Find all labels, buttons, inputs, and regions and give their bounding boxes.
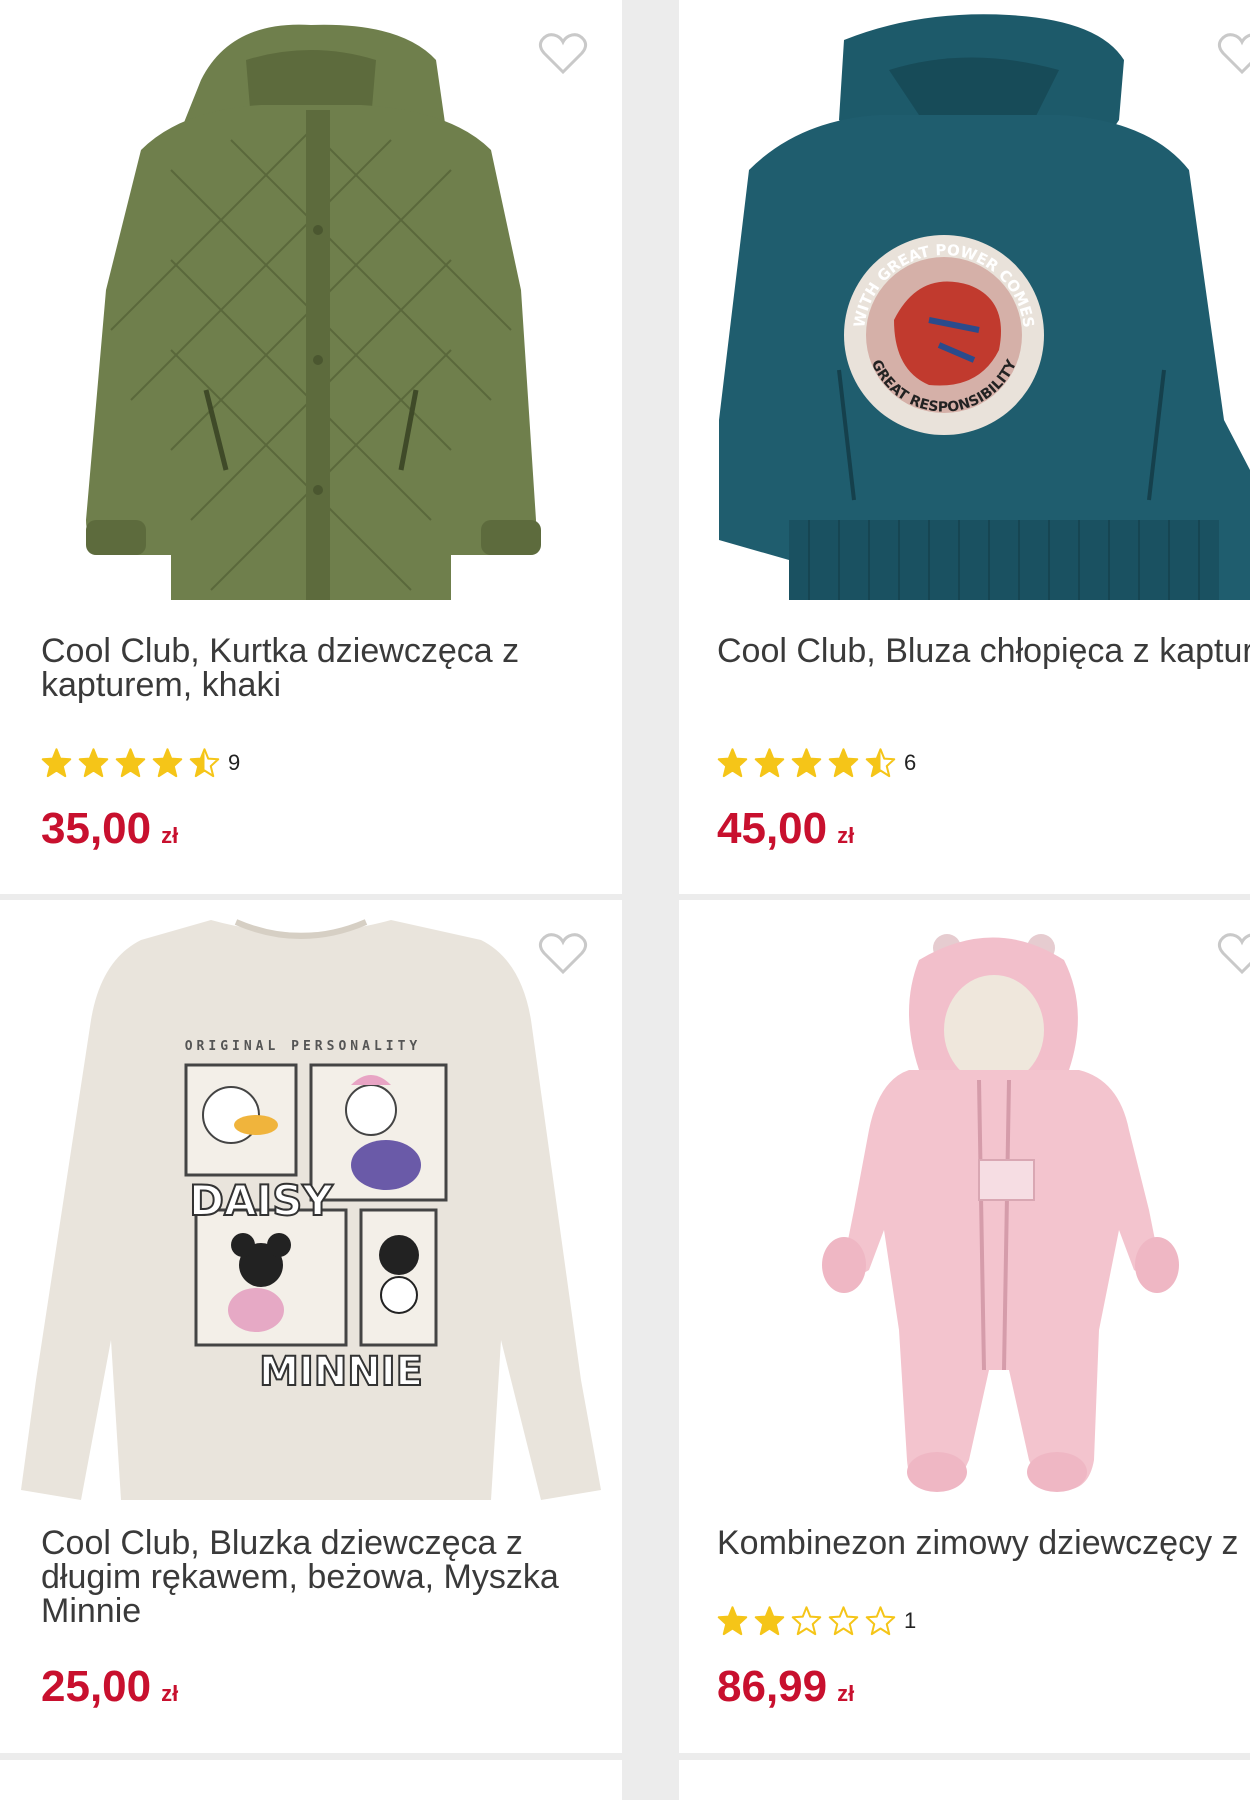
product-title[interactable]: Kombinezon zimowy dziewczęcy z kapturem,…: [717, 1526, 1250, 1560]
star-icon: [754, 748, 785, 778]
product-rating: 6: [717, 748, 916, 778]
product-price: 35,00 zł: [41, 804, 178, 854]
rating-count: 9: [228, 750, 241, 775]
product-card[interactable]: ORIGINAL PERSONALITY DAISY MINNIE Cool C…: [0, 900, 622, 1753]
price-value: 35,00: [41, 804, 152, 853]
heart-icon[interactable]: [1217, 932, 1250, 976]
price-currency: zł: [161, 823, 179, 848]
heart-icon[interactable]: [1217, 32, 1250, 76]
price-value: 45,00: [717, 804, 828, 853]
star-icon: [115, 748, 146, 778]
print-word-daisy: DAISY: [189, 1176, 333, 1225]
star-icon: [865, 1606, 896, 1636]
heart-icon[interactable]: [538, 932, 588, 976]
price-currency: zł: [837, 823, 855, 848]
product-title[interactable]: Cool Club, Bluza chłopięca z kapturem, g…: [717, 634, 1250, 668]
price-currency: zł: [161, 1681, 179, 1706]
product-card[interactable]: WITH GREAT POWER COMES GREAT RESPONSIBIL…: [679, 0, 1250, 894]
product-card[interactable]: [0, 1760, 622, 1800]
product-image[interactable]: [0, 0, 622, 610]
rating-stars: [717, 1606, 896, 1636]
star-icon: [791, 1606, 822, 1636]
price-currency: zł: [837, 1681, 855, 1706]
star-icon: [78, 748, 109, 778]
rating-stars: [717, 748, 896, 778]
price-value: 25,00: [41, 1662, 152, 1711]
rating-stars: [41, 748, 220, 778]
star-icon: [828, 748, 859, 778]
product-title[interactable]: Cool Club, Bluzka dziewczęca z długim rę…: [41, 1526, 602, 1628]
product-rating: 1: [717, 1606, 916, 1636]
star-icon: [41, 748, 72, 778]
star-icon: [754, 1606, 785, 1636]
product-image[interactable]: WITH GREAT POWER COMES GREAT RESPONSIBIL…: [679, 0, 1250, 610]
product-price: 86,99 zł: [717, 1662, 854, 1712]
product-card[interactable]: [679, 1760, 1250, 1800]
star-icon: [828, 1606, 859, 1636]
product-price: 45,00 zł: [717, 804, 854, 854]
star-icon: [717, 1606, 748, 1636]
star-icon: [717, 748, 748, 778]
rating-count: 6: [904, 750, 917, 775]
product-image[interactable]: [679, 900, 1250, 1510]
product-rating: 9: [41, 748, 240, 778]
product-price: 25,00 zł: [41, 1662, 178, 1712]
star-icon: [152, 748, 183, 778]
product-title[interactable]: Cool Club, Kurtka dziewczęca z kapturem,…: [41, 634, 602, 702]
star-icon: [189, 748, 220, 778]
star-icon: [865, 748, 896, 778]
product-image[interactable]: ORIGINAL PERSONALITY DAISY MINNIE: [0, 900, 622, 1510]
rating-count: 1: [904, 1608, 917, 1633]
print-top-text: ORIGINAL PERSONALITY: [185, 1039, 422, 1054]
star-icon: [791, 748, 822, 778]
print-word-minnie: MINNIE: [259, 1349, 423, 1395]
product-card[interactable]: Cool Club, Kurtka dziewczęca z kapturem,…: [0, 0, 622, 894]
heart-icon[interactable]: [538, 32, 588, 76]
price-value: 86,99: [717, 1662, 828, 1711]
product-card[interactable]: Kombinezon zimowy dziewczęcy z kapturem,…: [679, 900, 1250, 1753]
